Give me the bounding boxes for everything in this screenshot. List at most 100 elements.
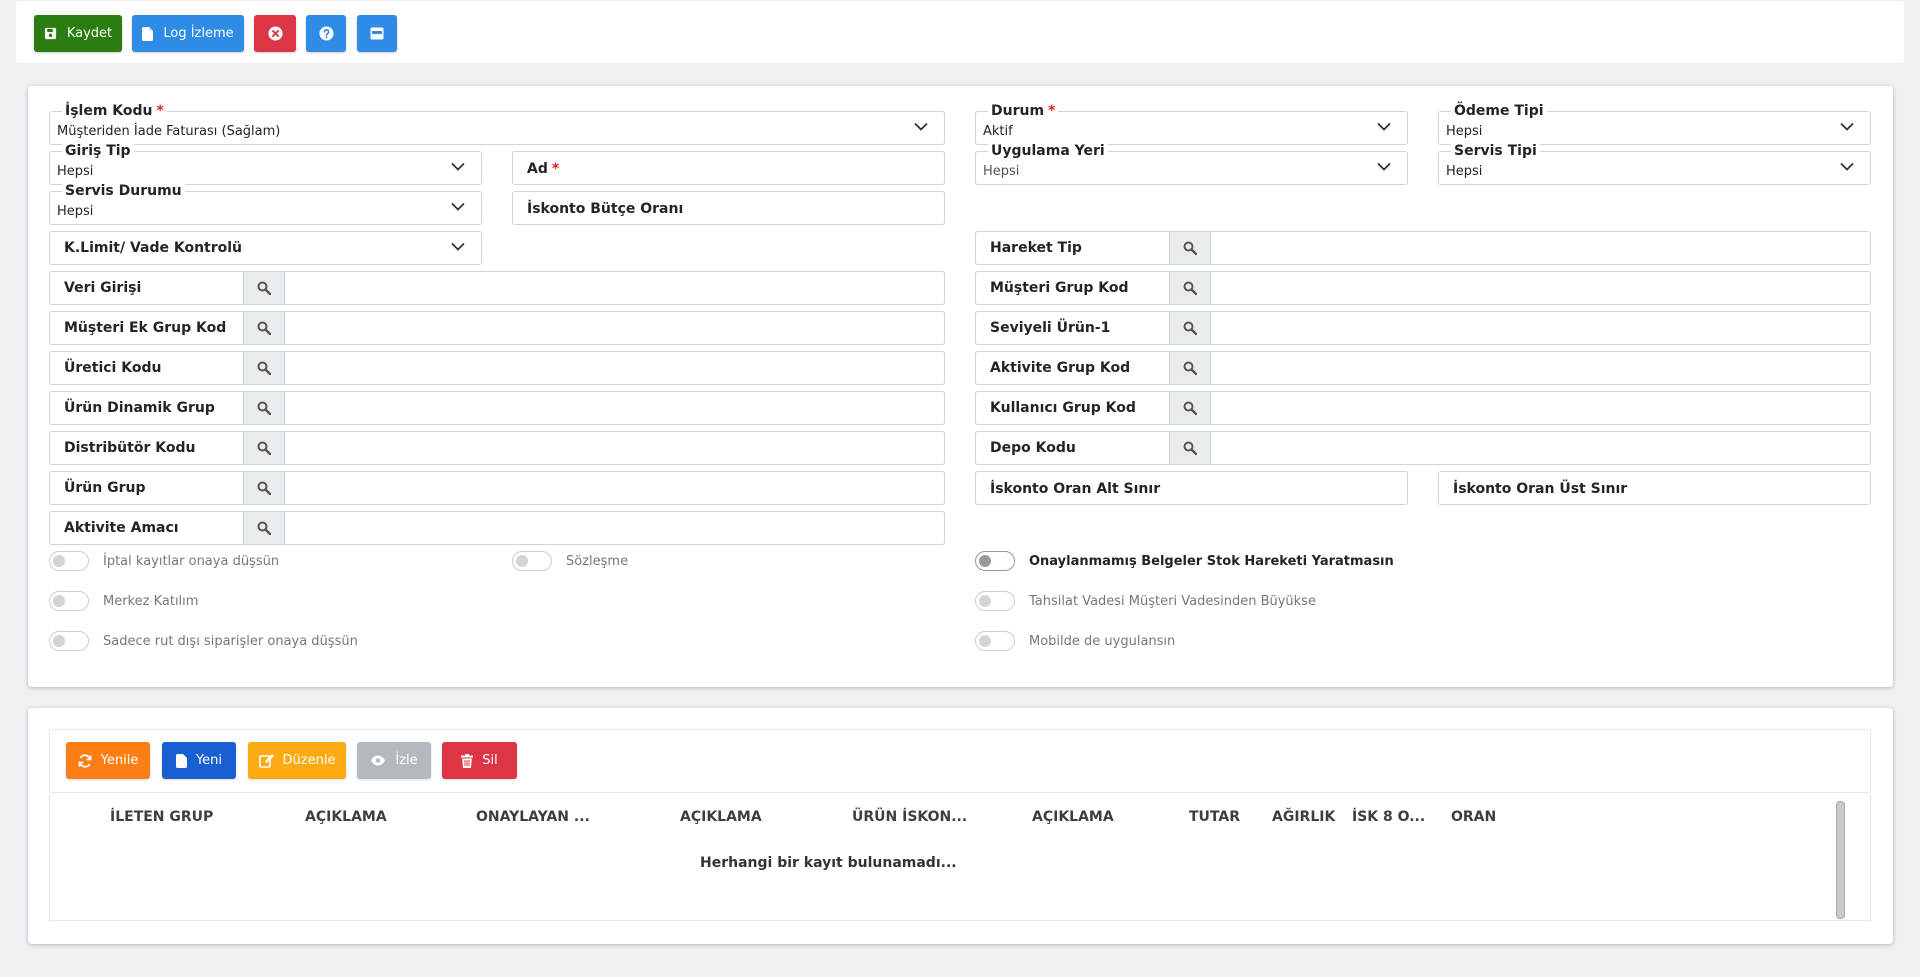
search-icon <box>1183 281 1197 295</box>
view-button[interactable]: İzle <box>357 742 431 779</box>
musteri-grup-kod-search-button[interactable] <box>1169 272 1211 304</box>
refresh-button[interactable]: Yenile <box>66 742 150 779</box>
column-header[interactable]: İSK 8 O... <box>1352 809 1425 825</box>
kullanici-grup-kod-input[interactable] <box>1211 392 1870 424</box>
column-header[interactable]: AÇIKLAMA <box>305 809 387 825</box>
distributor-kodu-input[interactable] <box>285 432 944 464</box>
urun-grup-input[interactable] <box>285 472 944 504</box>
delete-button[interactable]: Sil <box>442 742 517 779</box>
onaylanmamis-switch[interactable] <box>975 551 1015 571</box>
distributor-kodu-search-button[interactable] <box>243 432 285 464</box>
musteri-ek-grup-kod-label: Müşteri Ek Grup Kod <box>64 320 227 336</box>
uretici-kodu-input[interactable] <box>285 352 944 384</box>
column-header[interactable]: İLETEN GRUP <box>110 809 213 825</box>
servis-durumu-select[interactable]: Servis Durumu Hepsi <box>49 183 482 225</box>
chevron-down-icon <box>1377 122 1391 131</box>
seviyeli-urun-input[interactable] <box>1211 312 1870 344</box>
edit-button[interactable]: Düzenle <box>248 742 346 779</box>
islem-kodu-select[interactable]: İşlem Kodu * Müşteriden İade Faturası (Sa… <box>49 103 945 145</box>
servis-durumu-value: Hepsi <box>57 204 94 219</box>
urun-grup-lookup: Ürün Grup <box>49 471 945 505</box>
urun-dinamik-grup-search-button[interactable] <box>243 392 285 424</box>
musteri-grup-kod-label: Müşteri Grup Kod <box>990 280 1129 296</box>
iskonto-butce-orani-label: İskonto Bütçe Oranı <box>527 201 684 217</box>
new-button[interactable]: Yeni <box>162 742 236 779</box>
save-button[interactable]: Kaydet <box>34 15 122 52</box>
depo-kodu-label: Depo Kodu <box>990 440 1076 456</box>
mobilde-switch[interactable] <box>975 631 1015 651</box>
cancel-button[interactable] <box>254 15 296 52</box>
urun-dinamik-grup-lookup: Ürün Dinamik Grup <box>49 391 945 425</box>
column-header[interactable]: AÇIKLAMA <box>1032 809 1114 825</box>
iskonto-oran-ust-sinir-input[interactable]: İskonto Oran Üst Sınır <box>1438 471 1871 505</box>
seviyeli-urun-label: Seviyeli Ürün-1 <box>990 320 1111 336</box>
ad-input[interactable]: Ad * <box>512 151 945 185</box>
chevron-down-icon <box>451 242 465 251</box>
servis-durumu-label: Servis Durumu <box>62 183 185 199</box>
musteri-ek-grup-kod-input[interactable] <box>285 312 944 344</box>
uretici-kodu-lookup: Üretici Kodu <box>49 351 945 385</box>
veri-girisi-search-button[interactable] <box>243 272 285 304</box>
required-mark: * <box>156 103 164 119</box>
merkez-switch[interactable] <box>49 591 89 611</box>
odeme-tipi-select[interactable]: Ödeme Tipi Hepsi <box>1438 103 1871 145</box>
column-header[interactable]: ORAN <box>1451 809 1496 825</box>
window-button[interactable] <box>357 15 397 52</box>
seviyeli-urun-search-button[interactable] <box>1169 312 1211 344</box>
giris-tip-select[interactable]: Giriş Tip Hepsi <box>49 143 482 185</box>
aktivite-grup-kod-search-button[interactable] <box>1169 352 1211 384</box>
column-header[interactable]: AĞIRLIK <box>1272 809 1335 825</box>
iptal-switch[interactable] <box>49 551 89 571</box>
aktivite-amaci-input[interactable] <box>285 512 944 544</box>
servis-tipi-label: Servis Tipi <box>1451 143 1540 159</box>
merkez-toggle-label: Merkez Katılım <box>103 593 199 609</box>
empty-state-text: Herhangi bir kayıt bulunamadı... <box>700 855 957 871</box>
iptal-toggle: İptal kayıtlar onaya düşsün <box>49 551 279 571</box>
view-label: İzle <box>395 753 418 768</box>
depo-kodu-input[interactable] <box>1211 432 1870 464</box>
musteri-ek-grup-kod-search-button[interactable] <box>243 312 285 344</box>
hareket-tip-search-button[interactable] <box>1169 232 1211 264</box>
chevron-down-icon <box>451 202 465 211</box>
column-header[interactable]: ÜRÜN İSKON... <box>852 809 967 825</box>
distributor-kodu-lookup: Distribütör Kodu <box>49 431 945 465</box>
durum-select[interactable]: Durum * Aktif <box>975 103 1408 145</box>
onaylanmamis-toggle: Onaylanmamış Belgeler Stok Hareketi Yara… <box>975 551 1394 571</box>
urun-dinamik-grup-input[interactable] <box>285 392 944 424</box>
search-icon <box>1183 441 1197 455</box>
iskonto-butce-orani-input[interactable]: İskonto Bütçe Oranı <box>512 191 945 225</box>
vertical-scrollbar[interactable] <box>1836 801 1845 919</box>
kullanici-grup-kod-label: Kullanıcı Grup Kod <box>990 400 1136 416</box>
log-button[interactable]: Log İzleme <box>132 15 244 52</box>
odeme-tipi-label: Ödeme Tipi <box>1451 103 1547 119</box>
giris-tip-value: Hepsi <box>57 164 94 179</box>
column-header[interactable]: AÇIKLAMA <box>680 809 762 825</box>
hareket-tip-input[interactable] <box>1211 232 1870 264</box>
durum-value: Aktif <box>983 124 1013 139</box>
trash-icon <box>461 753 474 768</box>
uygulama-yeri-select[interactable]: Uygulama Yeri Hepsi <box>975 143 1408 185</box>
sozlesme-toggle: Sözleşme <box>512 551 628 571</box>
refresh-label: Yenile <box>100 753 139 768</box>
aktivite-amaci-search-button[interactable] <box>243 512 285 544</box>
sozlesme-switch[interactable] <box>512 551 552 571</box>
column-header[interactable]: TUTAR <box>1189 809 1240 825</box>
depo-kodu-search-button[interactable] <box>1169 432 1211 464</box>
uretici-kodu-search-button[interactable] <box>243 352 285 384</box>
veri-girisi-input[interactable] <box>285 272 944 304</box>
help-button[interactable] <box>306 15 346 52</box>
kullanici-grup-kod-search-button[interactable] <box>1169 392 1211 424</box>
edit-label: Düzenle <box>282 753 336 768</box>
musteri-grup-kod-input[interactable] <box>1211 272 1870 304</box>
tahsilat-switch[interactable] <box>975 591 1015 611</box>
column-header[interactable]: ONAYLAYAN ... <box>476 809 590 825</box>
new-label: Yeni <box>195 753 223 768</box>
servis-tipi-select[interactable]: Servis Tipi Hepsi <box>1438 143 1871 185</box>
islem-kodu-value: Müşteriden İade Faturası (Sağlam) <box>57 124 281 139</box>
urun-grup-search-button[interactable] <box>243 472 285 504</box>
aktivite-grup-kod-input[interactable] <box>1211 352 1870 384</box>
iskonto-oran-alt-sinir-input[interactable]: İskonto Oran Alt Sınır <box>975 471 1408 505</box>
sadece-rut-switch[interactable] <box>49 631 89 651</box>
klimit-vade-select[interactable]: K.Limit/ Vade Kontrolü <box>49 231 482 265</box>
sadece-rut-toggle-label: Sadece rut dışı siparişler onaya düşsün <box>103 633 358 649</box>
